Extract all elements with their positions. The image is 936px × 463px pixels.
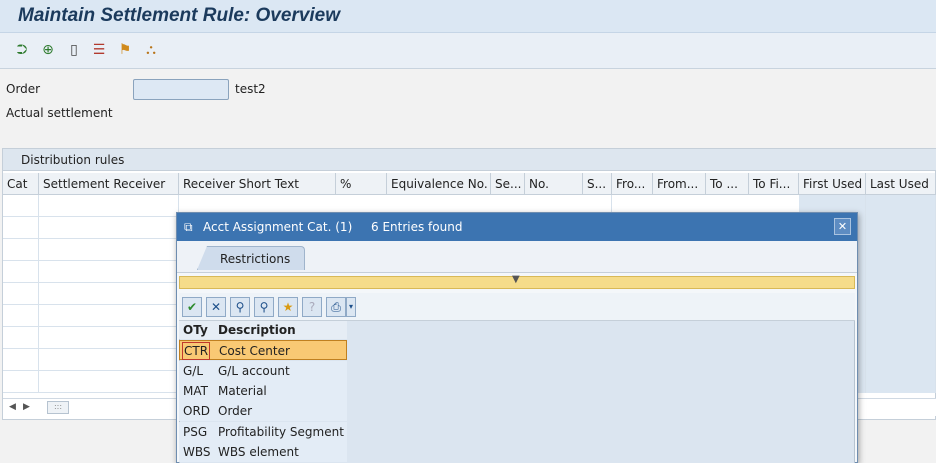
- entry-code: G/L: [183, 364, 204, 378]
- col-to-fi[interactable]: To Fi...: [749, 173, 799, 195]
- print-icon[interactable]: ⎙: [326, 297, 346, 317]
- close-icon[interactable]: ✕: [834, 218, 851, 235]
- table-cell[interactable]: [3, 371, 39, 393]
- table-cell[interactable]: [39, 217, 179, 239]
- table-cell: [866, 305, 936, 327]
- table-cell[interactable]: [3, 239, 39, 261]
- table-cell[interactable]: [3, 305, 39, 327]
- search-icon[interactable]: ⊕: [40, 42, 56, 58]
- help-icon[interactable]: ?: [302, 297, 322, 317]
- chevron-down-icon[interactable]: ▼: [512, 274, 520, 285]
- col-last-used[interactable]: Last Used: [866, 173, 936, 195]
- hierarchy-icon[interactable]: ⚑: [117, 42, 133, 58]
- table-cell[interactable]: [39, 327, 179, 349]
- order-input[interactable]: [133, 79, 229, 100]
- entry-code: PSG: [183, 425, 208, 439]
- list-item[interactable]: PSG Profitability Segment: [179, 422, 347, 442]
- table-cell[interactable]: [3, 327, 39, 349]
- entries-found: 6 Entries found: [371, 220, 463, 234]
- new-document-icon[interactable]: ▯: [66, 42, 82, 58]
- col-receiver-short-text[interactable]: Receiver Short Text: [179, 173, 336, 195]
- col-cat[interactable]: Cat: [3, 173, 39, 195]
- table-cell: [866, 283, 936, 305]
- table-cell[interactable]: [3, 261, 39, 283]
- table-cell[interactable]: [39, 239, 179, 261]
- confirm-icon[interactable]: ✔: [182, 297, 202, 317]
- list-item[interactable]: CTR Cost Center: [179, 340, 347, 360]
- table-cell: [866, 217, 936, 239]
- structure-icon[interactable]: ⛬: [143, 42, 159, 58]
- hit-list-toolbar: ✔ ✕ ⚲ ⚲ ★ ? ⎙ ▾: [179, 293, 855, 321]
- tab-restrictions-label: Restrictions: [220, 252, 291, 266]
- scroll-right-icon[interactable]: ▶: [23, 402, 30, 412]
- table-cell: [866, 349, 936, 371]
- table-cell: [866, 327, 936, 349]
- dialog-title: Acct Assignment Cat. (1): [203, 220, 353, 234]
- col-percent[interactable]: %: [336, 173, 387, 195]
- expand-icon[interactable]: ⮊: [14, 42, 30, 58]
- scroll-left-icon[interactable]: ◀: [9, 402, 16, 412]
- list-item[interactable]: WBS WBS element: [179, 442, 347, 462]
- dialog-title-bar[interactable]: ⧉ Acct Assignment Cat. (1) 6 Entries fou…: [177, 213, 857, 241]
- find-next-icon[interactable]: ⚲: [254, 297, 274, 317]
- table-cell: [866, 195, 936, 217]
- title-bar: Maintain Settlement Rule: Overview: [0, 0, 936, 33]
- entry-description: Profitability Segment: [218, 425, 344, 439]
- restrictions-toggle-bar[interactable]: ▼: [179, 274, 855, 289]
- tab-strip: Restrictions: [177, 241, 857, 273]
- col-first-used[interactable]: First Used: [799, 173, 866, 195]
- table-cell[interactable]: [3, 283, 39, 305]
- order-text: test2: [235, 82, 266, 96]
- entry-description: WBS element: [218, 445, 299, 459]
- value-help-dialog[interactable]: ⧉ Acct Assignment Cat. (1) 6 Entries fou…: [176, 212, 858, 463]
- find-icon[interactable]: ⚲: [230, 297, 250, 317]
- actual-settlement-label: Actual settlement: [6, 106, 113, 120]
- col-description[interactable]: Description: [214, 321, 347, 339]
- table-cell: [866, 371, 936, 393]
- delete-row-icon[interactable]: ☰: [91, 42, 107, 58]
- entry-description: Material: [218, 384, 267, 398]
- table-cell[interactable]: [39, 283, 179, 305]
- entry-code: CTR: [181, 342, 211, 360]
- col-settlement-receiver[interactable]: Settlement Receiver: [39, 173, 179, 195]
- table-cell[interactable]: [39, 305, 179, 327]
- entry-description: Order: [218, 404, 253, 418]
- table-cell[interactable]: [39, 371, 179, 393]
- col-to[interactable]: To ...: [706, 173, 749, 195]
- entry-code: WBS: [183, 445, 211, 459]
- list-item[interactable]: G/L G/L account: [179, 361, 347, 381]
- scroll-thumb[interactable]: :::: [47, 401, 69, 414]
- col-equivalence-no[interactable]: Equivalence No.: [387, 173, 491, 195]
- tab-restrictions[interactable]: Restrictions: [197, 246, 305, 270]
- col-s[interactable]: S...: [583, 173, 612, 195]
- distribution-rules-header: Distribution rules: [3, 149, 936, 171]
- list-item[interactable]: MAT Material: [179, 381, 347, 401]
- table-cell: [866, 239, 936, 261]
- table-cell: [866, 261, 936, 283]
- col-from[interactable]: From...: [653, 173, 706, 195]
- add-favorite-icon[interactable]: ★: [278, 297, 298, 317]
- page-title: Maintain Settlement Rule: Overview: [18, 5, 341, 26]
- table-cell[interactable]: [39, 349, 179, 371]
- entry-description: G/L account: [218, 364, 290, 378]
- col-se[interactable]: Se...: [491, 173, 525, 195]
- entry-code: MAT: [183, 384, 208, 398]
- table-cell[interactable]: [39, 261, 179, 283]
- entry-code: ORD: [183, 404, 211, 418]
- table-cell[interactable]: [3, 195, 39, 217]
- col-no[interactable]: No.: [525, 173, 583, 195]
- dialog-icon: ⧉: [184, 220, 193, 234]
- table-cell[interactable]: [3, 349, 39, 371]
- entry-description: Cost Center: [219, 344, 290, 358]
- col-fro[interactable]: Fro...: [612, 173, 653, 195]
- list-item[interactable]: ORD Order: [179, 401, 347, 421]
- chevron-down-icon[interactable]: ▾: [346, 297, 356, 317]
- order-label: Order: [6, 82, 41, 96]
- table-cell[interactable]: [3, 217, 39, 239]
- group-title: Distribution rules: [21, 153, 125, 167]
- application-toolbar: ⮊ ⊕ ▯ ☰ ⚑ ⛬: [0, 33, 936, 69]
- cancel-icon[interactable]: ✕: [206, 297, 226, 317]
- col-oty[interactable]: OTy: [179, 321, 214, 339]
- table-cell[interactable]: [39, 195, 179, 217]
